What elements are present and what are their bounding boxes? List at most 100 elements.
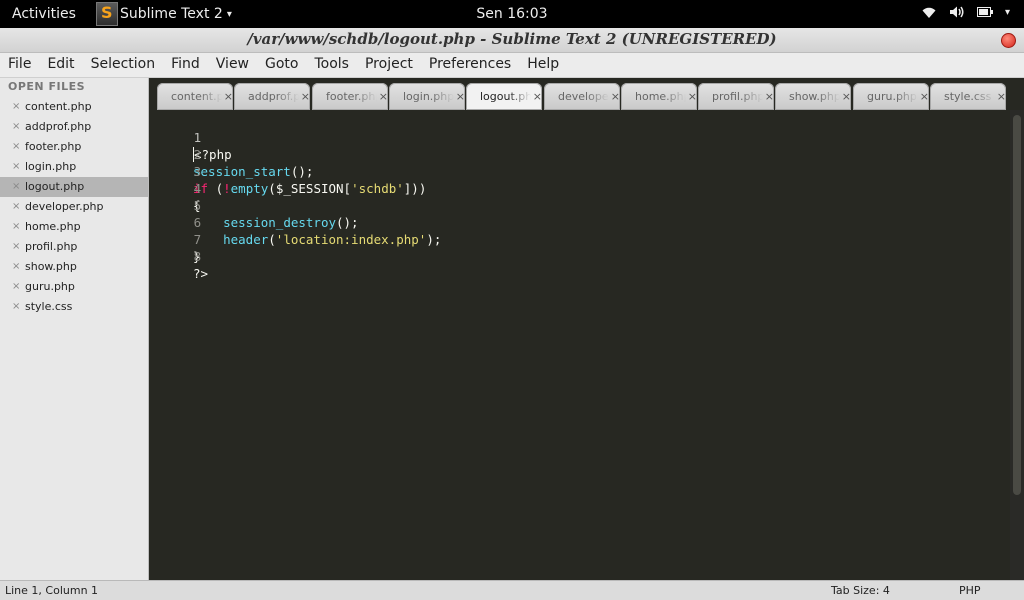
tab-size-selector[interactable]: Tab Size: 4 (831, 584, 890, 597)
close-file-icon[interactable]: × (12, 277, 25, 297)
tab-label: footer.php (326, 90, 377, 103)
close-file-icon[interactable]: × (12, 137, 25, 157)
menu-view[interactable]: View (208, 53, 257, 77)
battery-icon[interactable] (976, 7, 993, 17)
menu-bar: File Edit Selection Find View Goto Tools… (0, 53, 1024, 78)
close-file-icon[interactable]: × (12, 297, 25, 317)
menu-file[interactable]: File (0, 53, 39, 77)
close-file-icon[interactable]: × (12, 257, 25, 277)
close-tab-icon[interactable]: × (611, 90, 620, 103)
code-text: ?> (193, 266, 209, 281)
tab-label: guru.php (867, 90, 917, 103)
close-tab-icon[interactable]: × (456, 90, 465, 103)
close-file-icon[interactable]: × (12, 117, 25, 137)
sidebar-file-item[interactable]: × content.php (0, 97, 148, 117)
close-tab-icon[interactable]: × (379, 90, 388, 103)
scrollbar-thumb[interactable] (1013, 115, 1021, 495)
code-line: 5 session_destroy(); (149, 180, 1009, 230)
open-files-list: × content.php × addprof.php × footer.php × logi… (0, 97, 148, 317)
close-tab-icon[interactable]: × (842, 90, 851, 103)
tab-label: show.php (789, 90, 840, 103)
code-line: 7 } (149, 214, 1009, 264)
editor-tab[interactable]: home.php × (621, 83, 697, 110)
system-tray[interactable]: ▾ (921, 5, 1010, 19)
menu-edit[interactable]: Edit (39, 53, 82, 77)
close-tab-icon[interactable]: × (688, 90, 697, 103)
sidebar-file-item[interactable]: × addprof.php (0, 117, 148, 137)
code-line: 4 { (149, 163, 1009, 213)
sidebar-file-item[interactable]: × profil.php (0, 237, 148, 257)
sidebar-file-item[interactable]: × footer.php (0, 137, 148, 157)
code-line: 2 session_start(); (149, 129, 1009, 179)
menu-find[interactable]: Find (163, 53, 208, 77)
sidebar-file-label: footer.php (25, 140, 82, 153)
tab-label: logout.php (480, 90, 531, 103)
sidebar-file-item[interactable]: × guru.php (0, 277, 148, 297)
app-menu-arrow-icon: ▾ (226, 8, 232, 20)
window-title-bar: /var/www/schdb/logout.php - Sublime Text… (0, 28, 1024, 53)
sidebar-file-item[interactable]: × style.css (0, 297, 148, 317)
menu-goto[interactable]: Goto (257, 53, 306, 77)
sidebar-file-item[interactable]: × home.php (0, 217, 148, 237)
editor-tab[interactable]: profil.php × (698, 83, 774, 110)
tab-label: profil.php (712, 90, 763, 103)
editor-tab[interactable]: guru.php × (853, 83, 929, 110)
wifi-icon[interactable] (921, 5, 937, 19)
tab-bar: content.php×addprof.php×footer.php×login… (149, 78, 1024, 110)
menu-tools[interactable]: Tools (306, 53, 357, 77)
sidebar-file-item[interactable]: × logout.php (0, 177, 148, 197)
close-tab-icon[interactable]: × (997, 90, 1006, 103)
close-file-icon[interactable]: × (12, 237, 25, 257)
editor-tab[interactable]: logout.php× (466, 83, 542, 110)
syntax-selector[interactable]: PHP (959, 584, 981, 597)
editor-tab[interactable]: content.php× (157, 83, 233, 110)
close-file-icon[interactable]: × (12, 157, 25, 177)
close-file-icon[interactable]: × (12, 217, 25, 237)
sidebar-file-label: logout.php (25, 180, 85, 193)
system-menu-arrow-icon[interactable]: ▾ (1005, 7, 1010, 18)
editor-tab[interactable]: developer.php× (544, 83, 620, 110)
editor-tab[interactable]: login.php × (389, 83, 465, 110)
sidebar: OPEN FILES × content.php × addprof.php × foot… (0, 78, 149, 580)
window-title: /var/www/schdb/logout.php - Sublime Text… (247, 30, 777, 48)
editor-tab[interactable]: style.css × (930, 83, 1006, 110)
sidebar-file-label: developer.php (25, 200, 104, 213)
tab-label: home.php (635, 90, 686, 103)
vertical-scrollbar[interactable] (1010, 110, 1024, 580)
close-tab-icon[interactable]: × (920, 90, 929, 103)
sidebar-file-label: login.php (25, 160, 77, 173)
line-number: 8 (193, 249, 202, 264)
close-tab-icon[interactable]: × (301, 90, 310, 103)
tab-label: content.php (171, 90, 222, 103)
menu-project[interactable]: Project (357, 53, 421, 77)
app-menu-label: Sublime Text 2 (120, 6, 223, 22)
app-menu[interactable]: Sublime Text 2 ▾ (96, 0, 232, 28)
editor-tab[interactable]: addprof.php× (234, 83, 310, 110)
sidebar-file-label: profil.php (25, 240, 78, 253)
close-file-icon[interactable]: × (12, 197, 25, 217)
window-close-icon[interactable] (1001, 33, 1016, 48)
sidebar-file-label: addprof.php (25, 120, 92, 133)
volume-icon[interactable] (949, 5, 965, 19)
menu-help[interactable]: Help (519, 53, 567, 77)
open-files-header: OPEN FILES (8, 80, 86, 93)
code-line: 6 header('location:index.php'); (149, 197, 1009, 247)
sublime-text-icon (96, 2, 118, 26)
close-tab-icon[interactable]: × (765, 90, 774, 103)
sidebar-file-item[interactable]: × developer.php (0, 197, 148, 217)
activities-button[interactable]: Activities (12, 6, 76, 22)
menu-preferences[interactable]: Preferences (421, 53, 519, 77)
tab-label: login.php (403, 90, 454, 103)
status-bar: Line 1, Column 1 Tab Size: 4 PHP (0, 580, 1024, 600)
close-tab-icon[interactable]: × (224, 90, 233, 103)
editor-tab[interactable]: show.php × (775, 83, 851, 110)
close-file-icon[interactable]: × (12, 177, 25, 197)
sidebar-file-item[interactable]: × login.php (0, 157, 148, 177)
sidebar-file-label: style.css (25, 300, 73, 313)
close-file-icon[interactable]: × (12, 97, 25, 117)
close-tab-icon[interactable]: × (533, 90, 542, 103)
editor-tab[interactable]: footer.php × (312, 83, 388, 110)
code-editor[interactable]: 1 <?php 2 session_start(); 3 if (!empty(… (149, 110, 1010, 580)
menu-selection[interactable]: Selection (83, 53, 164, 77)
sidebar-file-item[interactable]: × show.php (0, 257, 148, 277)
